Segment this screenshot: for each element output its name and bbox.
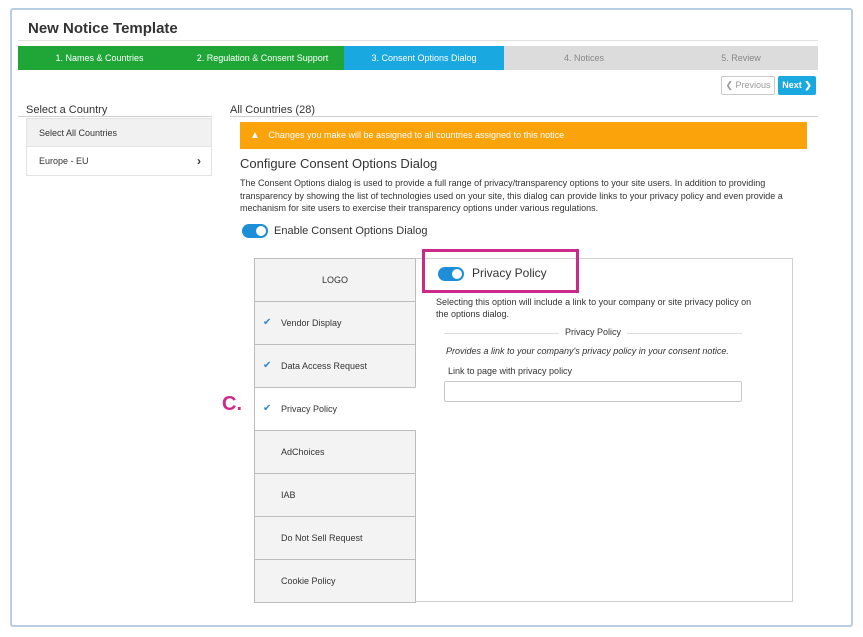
next-button-label: Next [782, 80, 802, 90]
tab-cookie-policy[interactable]: Cookie Policy [254, 559, 416, 603]
check-icon: ✔ [263, 360, 272, 371]
tab-data-access-request[interactable]: ✔ Data Access Request [254, 344, 416, 388]
check-icon: ✔ [263, 317, 272, 328]
chevron-right-icon: ❯ [804, 80, 812, 90]
select-all-countries[interactable]: Select All Countries [27, 119, 211, 147]
tab-do-not-sell-request[interactable]: Do Not Sell Request [254, 516, 416, 560]
wizard-step-review[interactable]: 5. Review [664, 46, 818, 70]
enable-consent-options-label: Enable Consent Options Dialog [274, 224, 428, 237]
check-icon: ✔ [263, 403, 272, 414]
wizard-step-regulation[interactable]: 2. Regulation & Consent Support [181, 46, 344, 70]
privacy-policy-note: Provides a link to your company's privac… [446, 346, 729, 356]
privacy-policy-link-input[interactable] [444, 381, 742, 402]
wizard-steps: 1. Names & Countries 2. Regulation & Con… [18, 46, 818, 70]
privacy-policy-toggle[interactable] [438, 266, 464, 281]
divider [18, 116, 212, 117]
privacy-policy-subhead-text: Privacy Policy [558, 327, 627, 337]
countries-heading: All Countries (28) [230, 104, 315, 116]
chevron-right-icon: › [197, 154, 201, 168]
wizard-step-notices[interactable]: 4. Notices [504, 46, 664, 70]
chevron-left-icon: ❮ [725, 80, 733, 90]
wizard-step-names-countries[interactable]: 1. Names & Countries [18, 46, 181, 70]
warning-triangle-icon: ▲ [250, 130, 260, 141]
previous-button[interactable]: ❮ Previous [721, 76, 775, 95]
wizard-step-consent-options[interactable]: 3. Consent Options Dialog [344, 46, 504, 70]
annotation-label: C. [222, 393, 242, 415]
toggle-knob [452, 268, 462, 279]
privacy-policy-description: Selecting this option will include a lin… [436, 297, 752, 319]
privacy-policy-toggle-label: Privacy Policy [472, 266, 547, 280]
enable-consent-options-row: Enable Consent Options Dialog [242, 224, 427, 238]
tab-privacy-policy[interactable]: ✔ Privacy Policy [254, 387, 416, 431]
tab-label: Vendor Display [281, 318, 342, 328]
tab-label: Privacy Policy [281, 404, 338, 414]
country-item-europe-eu[interactable]: Europe - EU › [27, 147, 211, 175]
country-list: Select All Countries Europe - EU › [26, 118, 212, 176]
divider [18, 40, 818, 41]
tab-label: Data Access Request [281, 361, 368, 371]
section-title: Configure Consent Options Dialog [240, 156, 438, 171]
warning-banner: ▲ Changes you make will be assigned to a… [240, 122, 807, 149]
warning-text: Changes you make will be assigned to all… [268, 130, 565, 140]
option-tabs: LOGO ✔ Vendor Display ✔ Data Access Requ… [254, 258, 416, 603]
tab-vendor-display[interactable]: ✔ Vendor Display [254, 301, 416, 345]
country-panel-title: Select a Country [26, 104, 108, 116]
enable-consent-options-toggle[interactable] [242, 224, 268, 238]
tab-adchoices[interactable]: AdChoices [254, 430, 416, 474]
page-title: New Notice Template [28, 20, 178, 37]
previous-button-label: Previous [735, 80, 771, 90]
privacy-policy-subhead: Privacy Policy [444, 327, 742, 339]
next-button[interactable]: Next ❯ [778, 76, 816, 95]
privacy-policy-toggle-row: Privacy Policy [438, 266, 547, 281]
country-item-label: Europe - EU [39, 156, 89, 166]
toggle-knob [256, 226, 266, 236]
divider [230, 116, 818, 117]
privacy-policy-link-label: Link to page with privacy policy [448, 366, 573, 376]
tab-logo[interactable]: LOGO [254, 258, 416, 302]
section-description: The Consent Options dialog is used to pr… [240, 178, 783, 213]
tab-iab[interactable]: IAB [254, 473, 416, 517]
